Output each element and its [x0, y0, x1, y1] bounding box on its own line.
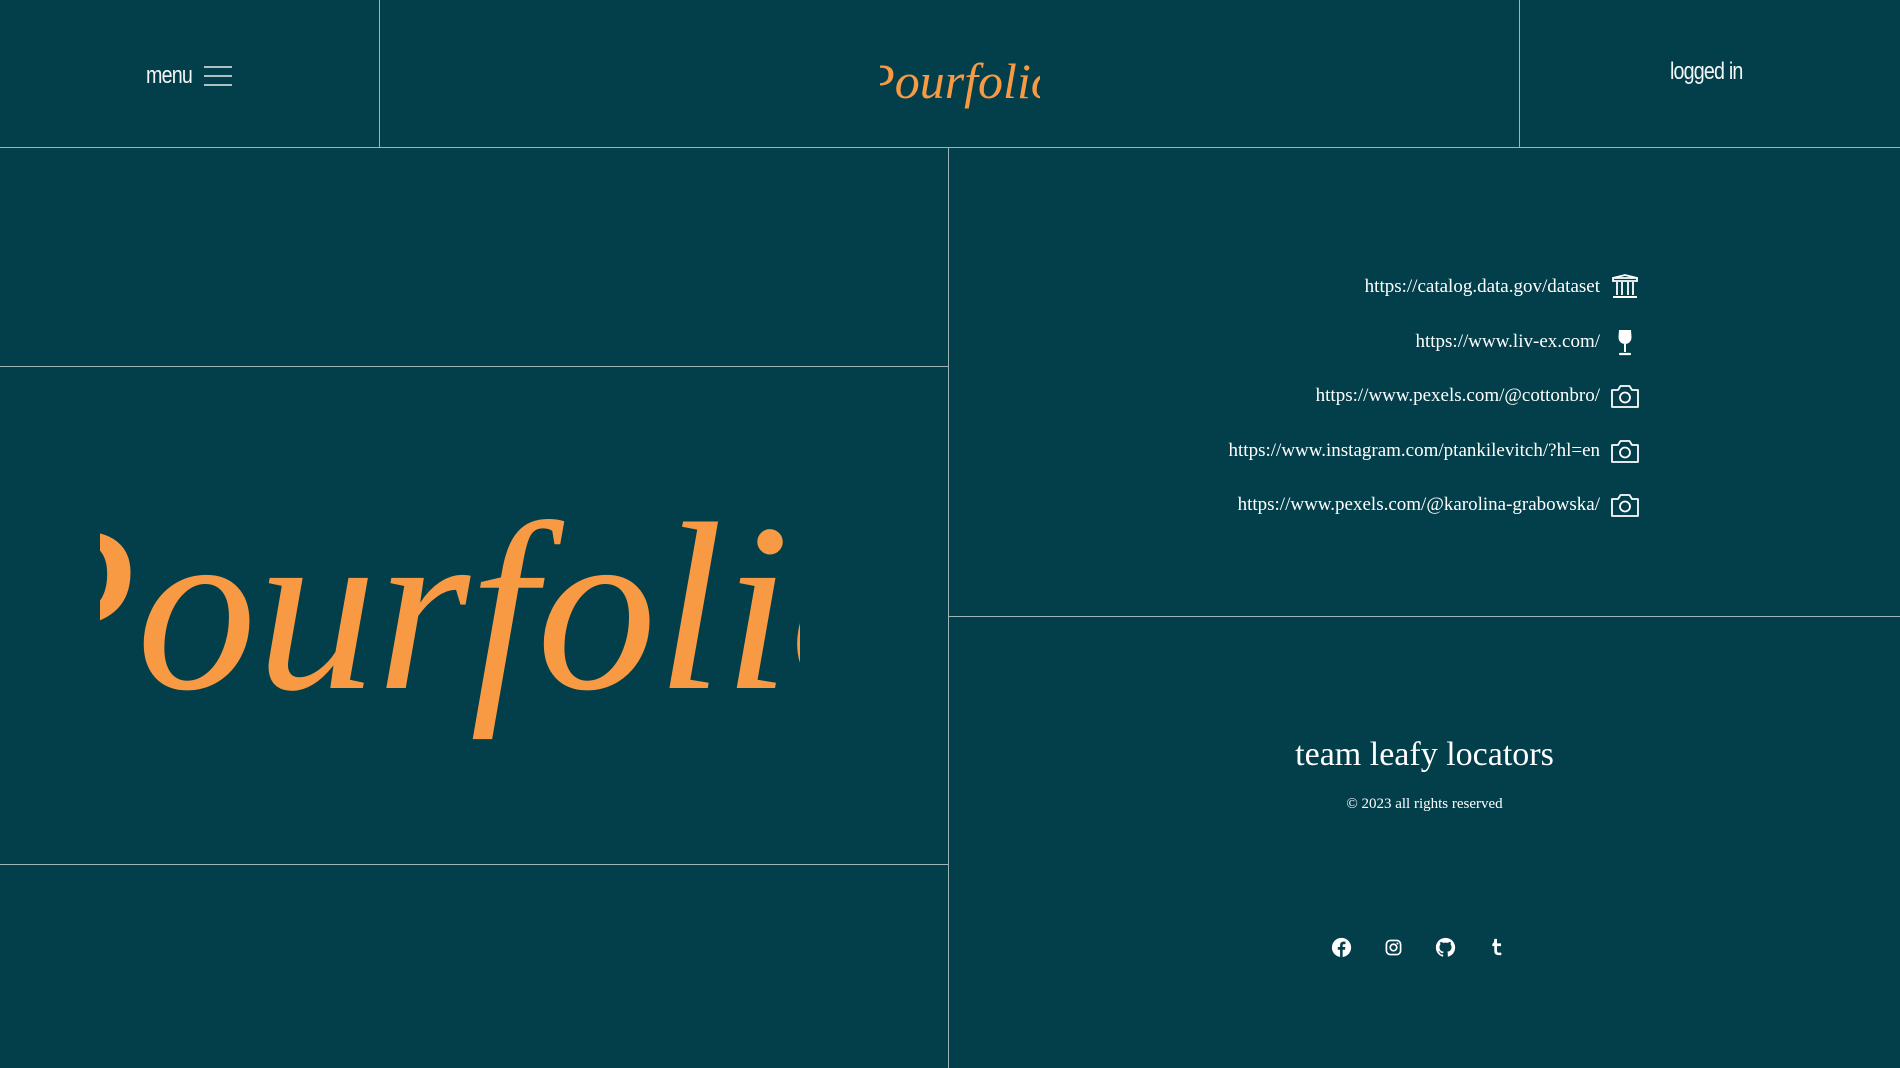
left-divider-top	[0, 366, 948, 367]
source-link-liv-ex[interactable]: https://www.liv-ex.com/	[1415, 331, 1600, 353]
hamburger-icon	[204, 66, 233, 86]
svg-text:Pourfolio: Pourfolio	[880, 53, 1040, 109]
source-link-data-gov[interactable]: https://catalog.data.gov/dataset	[1365, 276, 1600, 298]
svg-text:Pourfolio: Pourfolio	[100, 474, 800, 740]
github-icon[interactable]	[1434, 936, 1456, 958]
menu-button[interactable]: menu	[146, 58, 234, 94]
instagram-icon[interactable]	[1382, 936, 1404, 958]
login-status[interactable]: logged in	[1670, 58, 1743, 86]
facebook-icon[interactable]	[1330, 936, 1352, 958]
header-logo[interactable]: Pourfolio	[880, 38, 1040, 118]
hero-logo: Pourfolio	[100, 474, 800, 740]
camera-icon	[1610, 381, 1640, 411]
sources-list: https://catalog.data.gov/dataset https:/…	[1229, 260, 1640, 533]
header-divider-left	[379, 0, 380, 147]
wine-glass-icon	[1610, 327, 1640, 357]
team-name: team leafy locators	[1295, 736, 1554, 773]
source-item: https://www.liv-ex.com/	[1415, 315, 1640, 370]
source-link-instagram[interactable]: https://www.instagram.com/ptankilevitch/…	[1229, 440, 1600, 462]
center-vertical-divider	[948, 147, 949, 1068]
header-divider-right	[1519, 0, 1520, 147]
source-item: https://www.instagram.com/ptankilevitch/…	[1229, 424, 1640, 479]
camera-icon	[1610, 490, 1640, 520]
source-link-pexels-karolina[interactable]: https://www.pexels.com/@karolina-grabows…	[1238, 494, 1600, 516]
menu-label: menu	[146, 62, 193, 89]
left-divider-bottom	[0, 864, 948, 865]
source-link-pexels-cottonbro[interactable]: https://www.pexels.com/@cottonbro/	[1316, 385, 1600, 407]
copyright: © 2023 all rights reserved	[1346, 796, 1503, 812]
header-bottom-border	[0, 147, 1900, 148]
tumblr-icon[interactable]	[1486, 936, 1508, 958]
source-item: https://www.pexels.com/@cottonbro/	[1316, 369, 1640, 424]
source-item: https://www.pexels.com/@karolina-grabows…	[1238, 478, 1640, 533]
right-divider	[949, 616, 1900, 617]
camera-icon	[1610, 436, 1640, 466]
source-item: https://catalog.data.gov/dataset	[1365, 260, 1640, 315]
social-links	[1330, 936, 1508, 958]
bank-icon	[1610, 272, 1640, 302]
